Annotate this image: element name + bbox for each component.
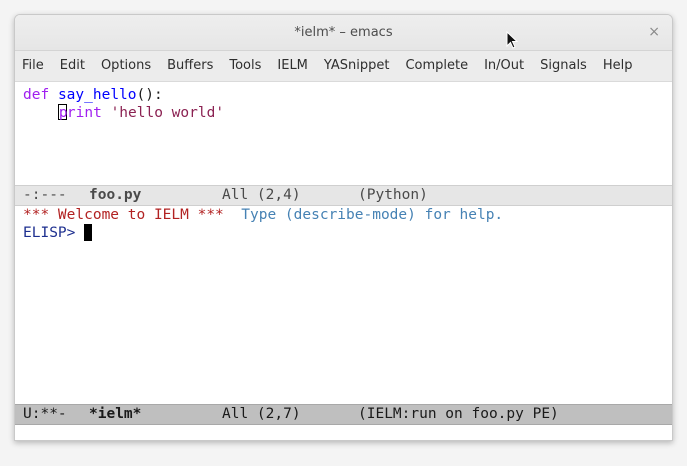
keyword-print: rint <box>66 105 102 121</box>
code-line-1[interactable]: def say_hello(): <box>23 86 163 104</box>
code-line-2[interactable]: p rint 'hello world' <box>23 104 224 122</box>
function-name: say_hello <box>57 87 137 103</box>
modeline-position: All (2,4) <box>222 187 301 203</box>
echo-area[interactable] <box>15 425 672 440</box>
modeline-buffer-name[interactable]: *ielm* <box>89 405 141 424</box>
ielm-welcome: *** Welcome to IELM *** <box>23 207 224 223</box>
menu-bar: File Edit Options Buffers Tools IELM YAS… <box>15 51 672 82</box>
menu-in-out[interactable]: In/Out <box>476 51 532 81</box>
modeline-mode[interactable]: (Python) <box>358 186 428 205</box>
ielm-help-text: Type (describe-mode) for help. <box>241 207 504 223</box>
emacs-window: *ielm* – emacs × File Edit Options Buffe… <box>14 14 673 441</box>
menu-yasnippet[interactable]: YASnippet <box>316 51 398 81</box>
modeline-position: All (2,7) <box>222 406 301 422</box>
modeline-status: U:**- <box>23 406 67 422</box>
menu-signals[interactable]: Signals <box>532 51 595 81</box>
menu-buffers[interactable]: Buffers <box>159 51 221 81</box>
hollow-cursor: p <box>57 104 68 121</box>
ielm-prompt-line[interactable]: ELISP> <box>23 224 93 242</box>
title-bar[interactable]: *ielm* – emacs × <box>15 15 672 51</box>
modeline-python[interactable]: -:--- foo.py All (2,4) (Python) <box>15 185 672 206</box>
ielm-prompt: ELISP> <box>23 225 76 241</box>
menu-ielm[interactable]: IELM <box>269 51 316 81</box>
keyword-def: def <box>23 87 50 103</box>
menu-complete[interactable]: Complete <box>397 51 476 81</box>
block-cursor <box>84 224 93 241</box>
python-buffer-pane[interactable]: def say_hello(): p rint 'hello world' <box>15 82 672 185</box>
menu-options[interactable]: Options <box>93 51 159 81</box>
menu-help[interactable]: Help <box>595 51 641 81</box>
string-literal: 'hello world' <box>110 105 225 121</box>
close-icon[interactable]: × <box>648 24 660 40</box>
modeline-buffer-name[interactable]: foo.py <box>89 186 141 205</box>
modeline-ielm[interactable]: U:**- *ielm* All (2,7) (IELM:run on foo.… <box>15 404 672 425</box>
ielm-buffer-pane[interactable]: *** Welcome to IELM *** Type (describe-m… <box>15 206 672 404</box>
mouse-pointer-icon <box>506 31 518 49</box>
menu-tools[interactable]: Tools <box>221 51 269 81</box>
modeline-mode[interactable]: (IELM:run on foo.py PE) <box>358 405 559 424</box>
modeline-status: -:--- <box>23 187 67 203</box>
window-title: *ielm* – emacs <box>294 25 393 40</box>
function-params: (): <box>136 87 163 103</box>
cursor-char: p <box>58 105 68 121</box>
ielm-banner-line: *** Welcome to IELM *** Type (describe-m… <box>23 206 503 224</box>
menu-file[interactable]: File <box>15 51 52 81</box>
menu-edit[interactable]: Edit <box>52 51 93 81</box>
